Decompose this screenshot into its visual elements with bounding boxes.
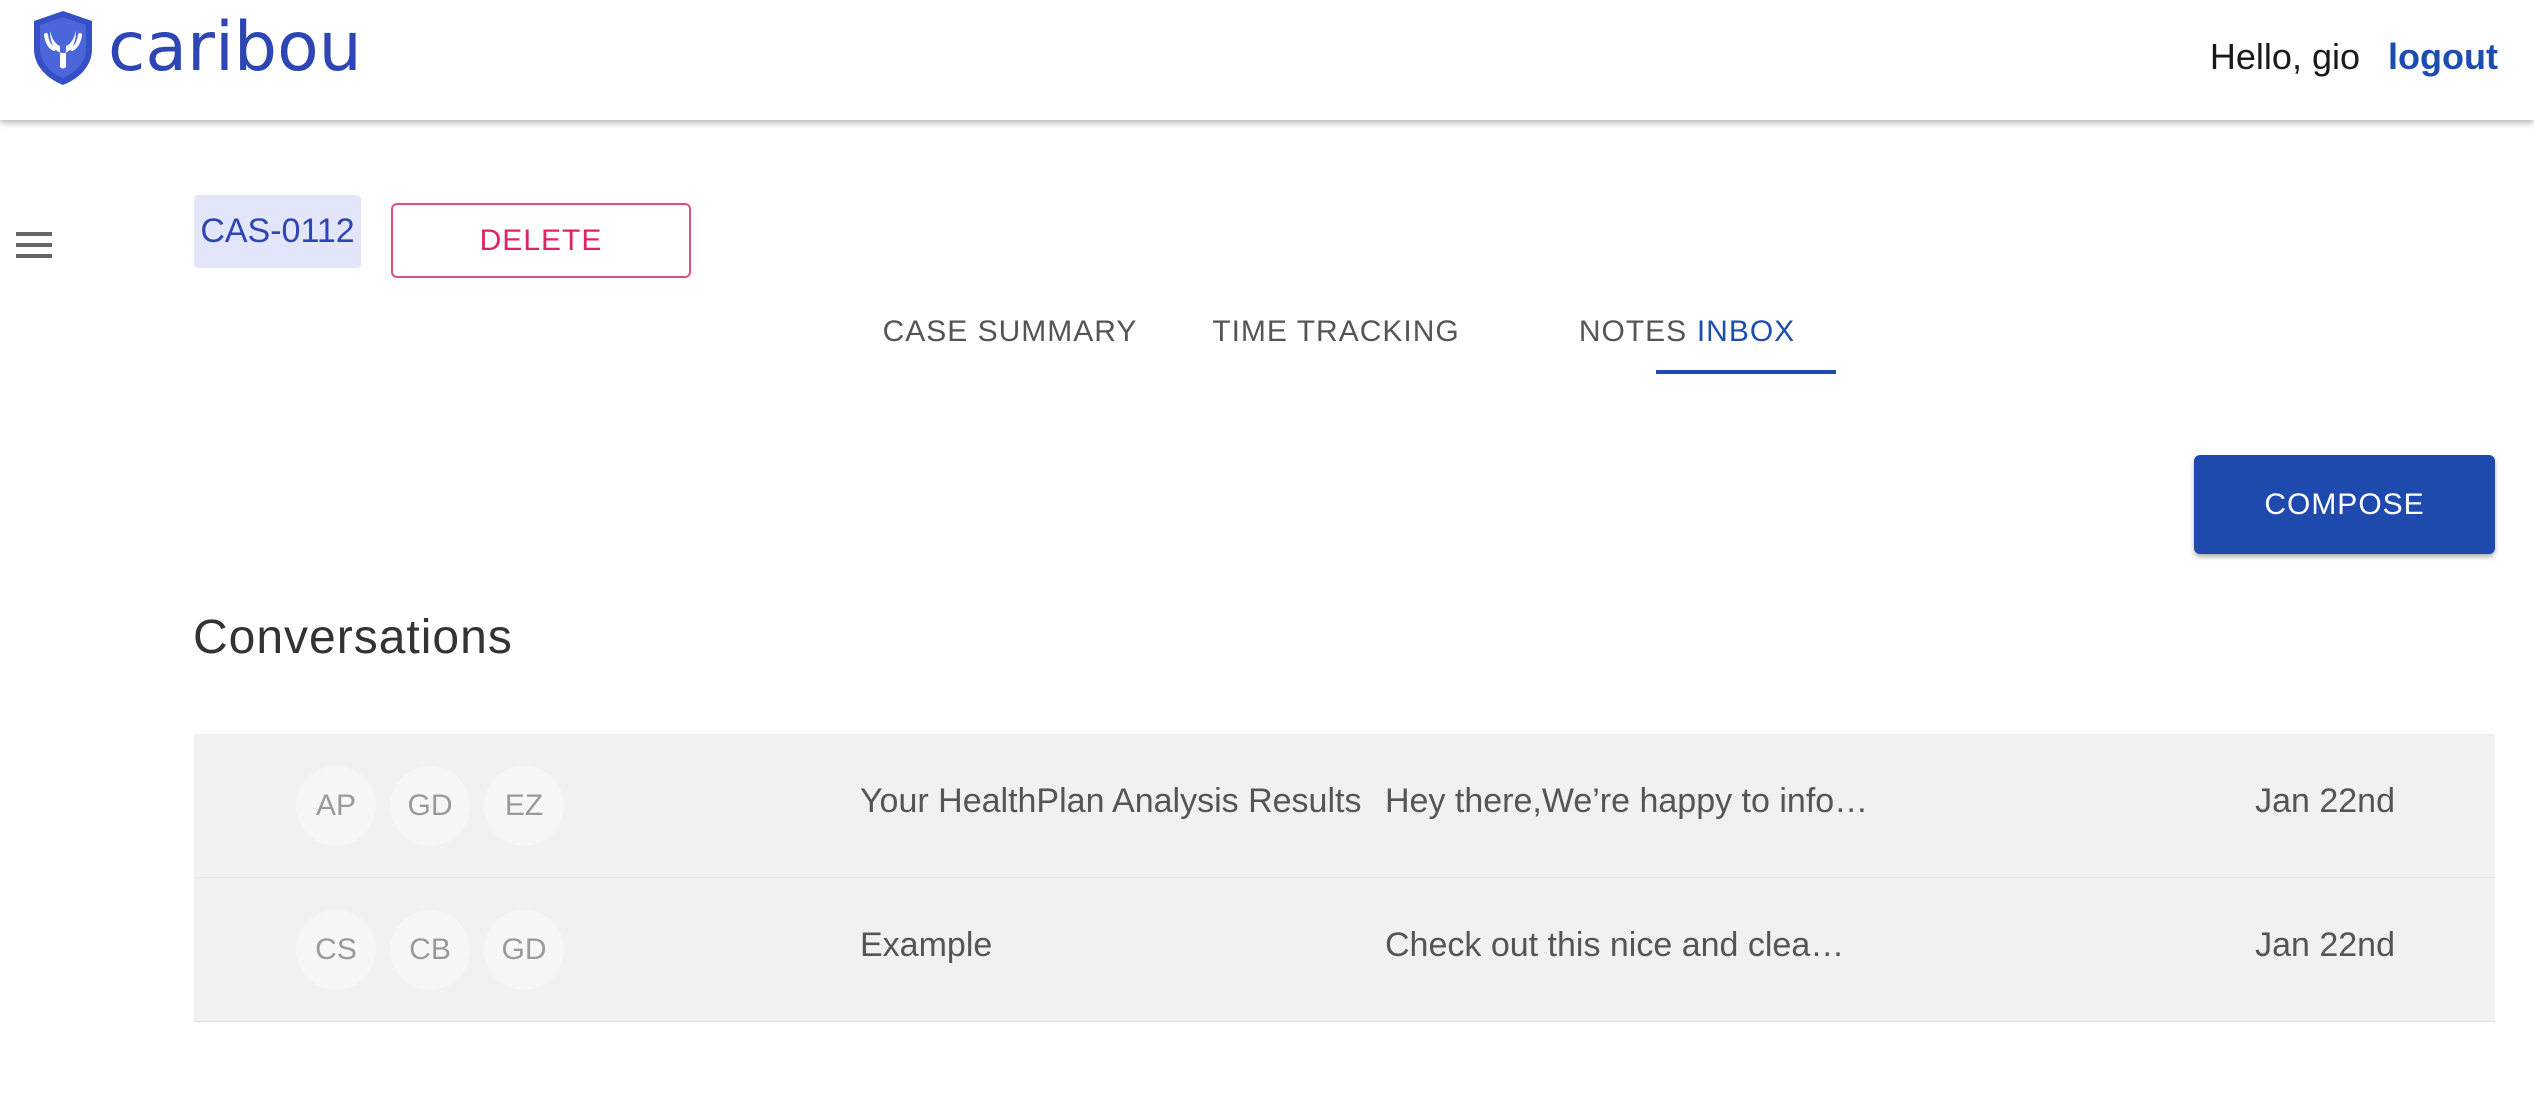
compose-button[interactable]: COMPOSE — [2194, 455, 2495, 554]
avatar: GD — [390, 766, 470, 846]
case-id-badge: CAS-0112 — [194, 195, 361, 268]
avatar: CB — [390, 910, 470, 990]
participant-avatars: AP GD EZ — [296, 766, 578, 846]
avatar: CS — [296, 910, 376, 990]
user-greeting: Hello, gio — [2209, 36, 2360, 77]
avatar: EZ — [484, 766, 564, 846]
conversation-row[interactable]: AP GD EZ Your HealthPlan Analysis Result… — [194, 734, 2495, 878]
top-header: caribou Hello, gio logout — [0, 0, 2534, 120]
participant-avatars: CS CB GD — [296, 910, 578, 990]
avatar: AP — [296, 766, 376, 846]
conversation-preview: Hey there,We’re happy to info… — [1385, 782, 1869, 820]
tab-inbox[interactable]: INBOX — [1656, 290, 1836, 374]
conversations-heading: Conversations — [193, 611, 513, 664]
conversation-row[interactable]: CS CB GD Example Check out this nice and… — [194, 878, 2495, 1022]
conversation-subject: Example — [860, 926, 993, 964]
conversation-preview: Check out this nice and clea… — [1385, 926, 1845, 964]
hamburger-menu-icon[interactable] — [12, 228, 56, 264]
logout-link[interactable]: logout — [2388, 36, 2498, 78]
caribou-shield-logo-icon — [34, 11, 92, 85]
conversation-subject: Your HealthPlan Analysis Results — [860, 782, 1362, 820]
brand-name: caribou — [108, 8, 362, 87]
tab-case-summary[interactable]: CASE SUMMARY — [850, 290, 1170, 374]
avatar: GD — [484, 910, 564, 990]
conversation-date: Jan 22nd — [2255, 926, 2395, 964]
conversation-list: AP GD EZ Your HealthPlan Analysis Result… — [194, 734, 2495, 1022]
delete-case-button[interactable]: DELETE — [391, 203, 691, 278]
tab-time-tracking[interactable]: TIME TRACKING — [1186, 290, 1486, 374]
conversation-date: Jan 22nd — [2255, 782, 2395, 820]
brand-logo[interactable]: caribou — [30, 6, 362, 90]
